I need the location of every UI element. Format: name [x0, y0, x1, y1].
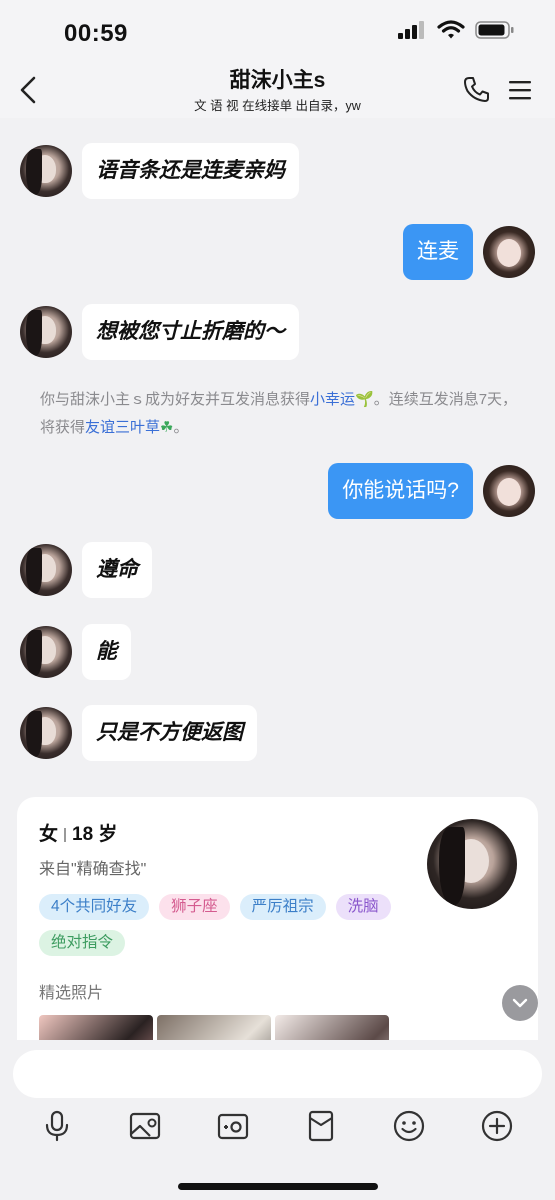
contact-avatar[interactable] — [20, 707, 72, 759]
message-input[interactable] — [13, 1050, 542, 1098]
message-incoming: 语音条还是连麦亲妈 — [20, 143, 299, 199]
system-notice: 你与甜沫小主ｓ成为好友并互发消息获得小幸运🌱。连续互发消息7天，将获得友谊三叶草… — [40, 386, 520, 442]
more-button[interactable] — [479, 1108, 515, 1144]
plus-icon — [481, 1110, 513, 1142]
red-packet-icon — [308, 1110, 334, 1142]
red-packet-button[interactable] — [303, 1108, 339, 1144]
profile-avatar[interactable] — [427, 819, 517, 909]
clover-icon: ☘ — [160, 419, 174, 436]
voice-call-button[interactable] — [460, 74, 492, 106]
message-outgoing: 你能说话吗? — [328, 463, 535, 519]
tag-mutual-friends[interactable]: 4个共同好友 — [39, 894, 150, 920]
contact-avatar[interactable] — [20, 626, 72, 678]
message-incoming: 想被您寸止折磨的～ — [20, 304, 299, 360]
phone-icon — [464, 77, 489, 102]
gender-age: 女 18 岁 — [39, 819, 117, 846]
tag-interest[interactable]: 绝对指令 — [39, 930, 126, 956]
tag-interest[interactable]: 洗脑 — [335, 894, 391, 920]
lucky-link[interactable]: 小幸运 — [310, 391, 355, 408]
battery-icon — [475, 21, 514, 39]
notice-text: 。 — [173, 419, 189, 436]
origin-text: 来自"精确查找" — [39, 861, 147, 878]
message-bubble[interactable]: 遵命 — [82, 542, 152, 598]
my-avatar[interactable] — [483, 226, 535, 278]
sprout-icon: 🌱 — [355, 391, 374, 408]
message-bubble[interactable]: 连麦 — [403, 224, 473, 280]
gender: 女 — [39, 824, 59, 845]
contact-avatar[interactable] — [20, 544, 72, 596]
tag-list: 4个共同好友 狮子座 严厉祖宗 洗脑 绝对指令 — [39, 894, 419, 956]
voice-button[interactable] — [39, 1108, 75, 1144]
notice-text: 你与甜沫小主ｓ成为好友并互发消息获得 — [40, 391, 311, 408]
status-bar: 00:59 — [0, 0, 555, 62]
message-outgoing: 连麦 — [403, 224, 535, 280]
divider — [64, 827, 67, 842]
contact-avatar[interactable] — [20, 145, 72, 197]
photos-label: 精选照片 — [39, 985, 104, 1002]
emoji-button[interactable] — [391, 1108, 427, 1144]
camera-button[interactable] — [215, 1108, 251, 1144]
message-incoming: 只是不方便返图 — [20, 705, 257, 761]
message-bubble[interactable]: 能 — [82, 624, 131, 680]
microphone-icon — [45, 1110, 69, 1142]
message-bubble[interactable]: 你能说话吗? — [328, 463, 473, 519]
tag-zodiac[interactable]: 狮子座 — [159, 894, 230, 920]
album-button[interactable] — [127, 1108, 163, 1144]
message-bubble[interactable]: 只是不方便返图 — [82, 705, 257, 761]
camera-icon — [217, 1113, 249, 1140]
emoji-icon — [393, 1110, 425, 1142]
scroll-down-button[interactable] — [502, 985, 538, 1021]
home-indicator — [178, 1183, 378, 1190]
message-incoming: 能 — [20, 624, 131, 680]
image-icon — [129, 1112, 161, 1140]
chat-header: 甜沫小主s 文 语 视 在线接单 出自录，yw — [0, 62, 555, 118]
message-bubble[interactable]: 语音条还是连麦亲妈 — [82, 143, 299, 199]
message-bubble[interactable]: 想被您寸止折磨的～ — [82, 304, 299, 360]
tag-interest[interactable]: 严厉祖宗 — [239, 894, 326, 920]
message-incoming: 遵命 — [20, 542, 152, 598]
chevron-down-icon — [512, 998, 528, 1008]
menu-button[interactable] — [505, 76, 535, 104]
input-area — [0, 1040, 555, 1200]
wifi-icon — [437, 20, 465, 39]
clover-link[interactable]: 友谊三叶草 — [85, 419, 160, 436]
status-time: 00:59 — [64, 20, 128, 47]
my-avatar[interactable] — [483, 465, 535, 517]
age: 18 岁 — [72, 824, 118, 845]
signal-icon — [398, 21, 424, 39]
hamburger-menu-icon — [509, 81, 531, 100]
contact-avatar[interactable] — [20, 306, 72, 358]
status-icons — [397, 20, 515, 40]
